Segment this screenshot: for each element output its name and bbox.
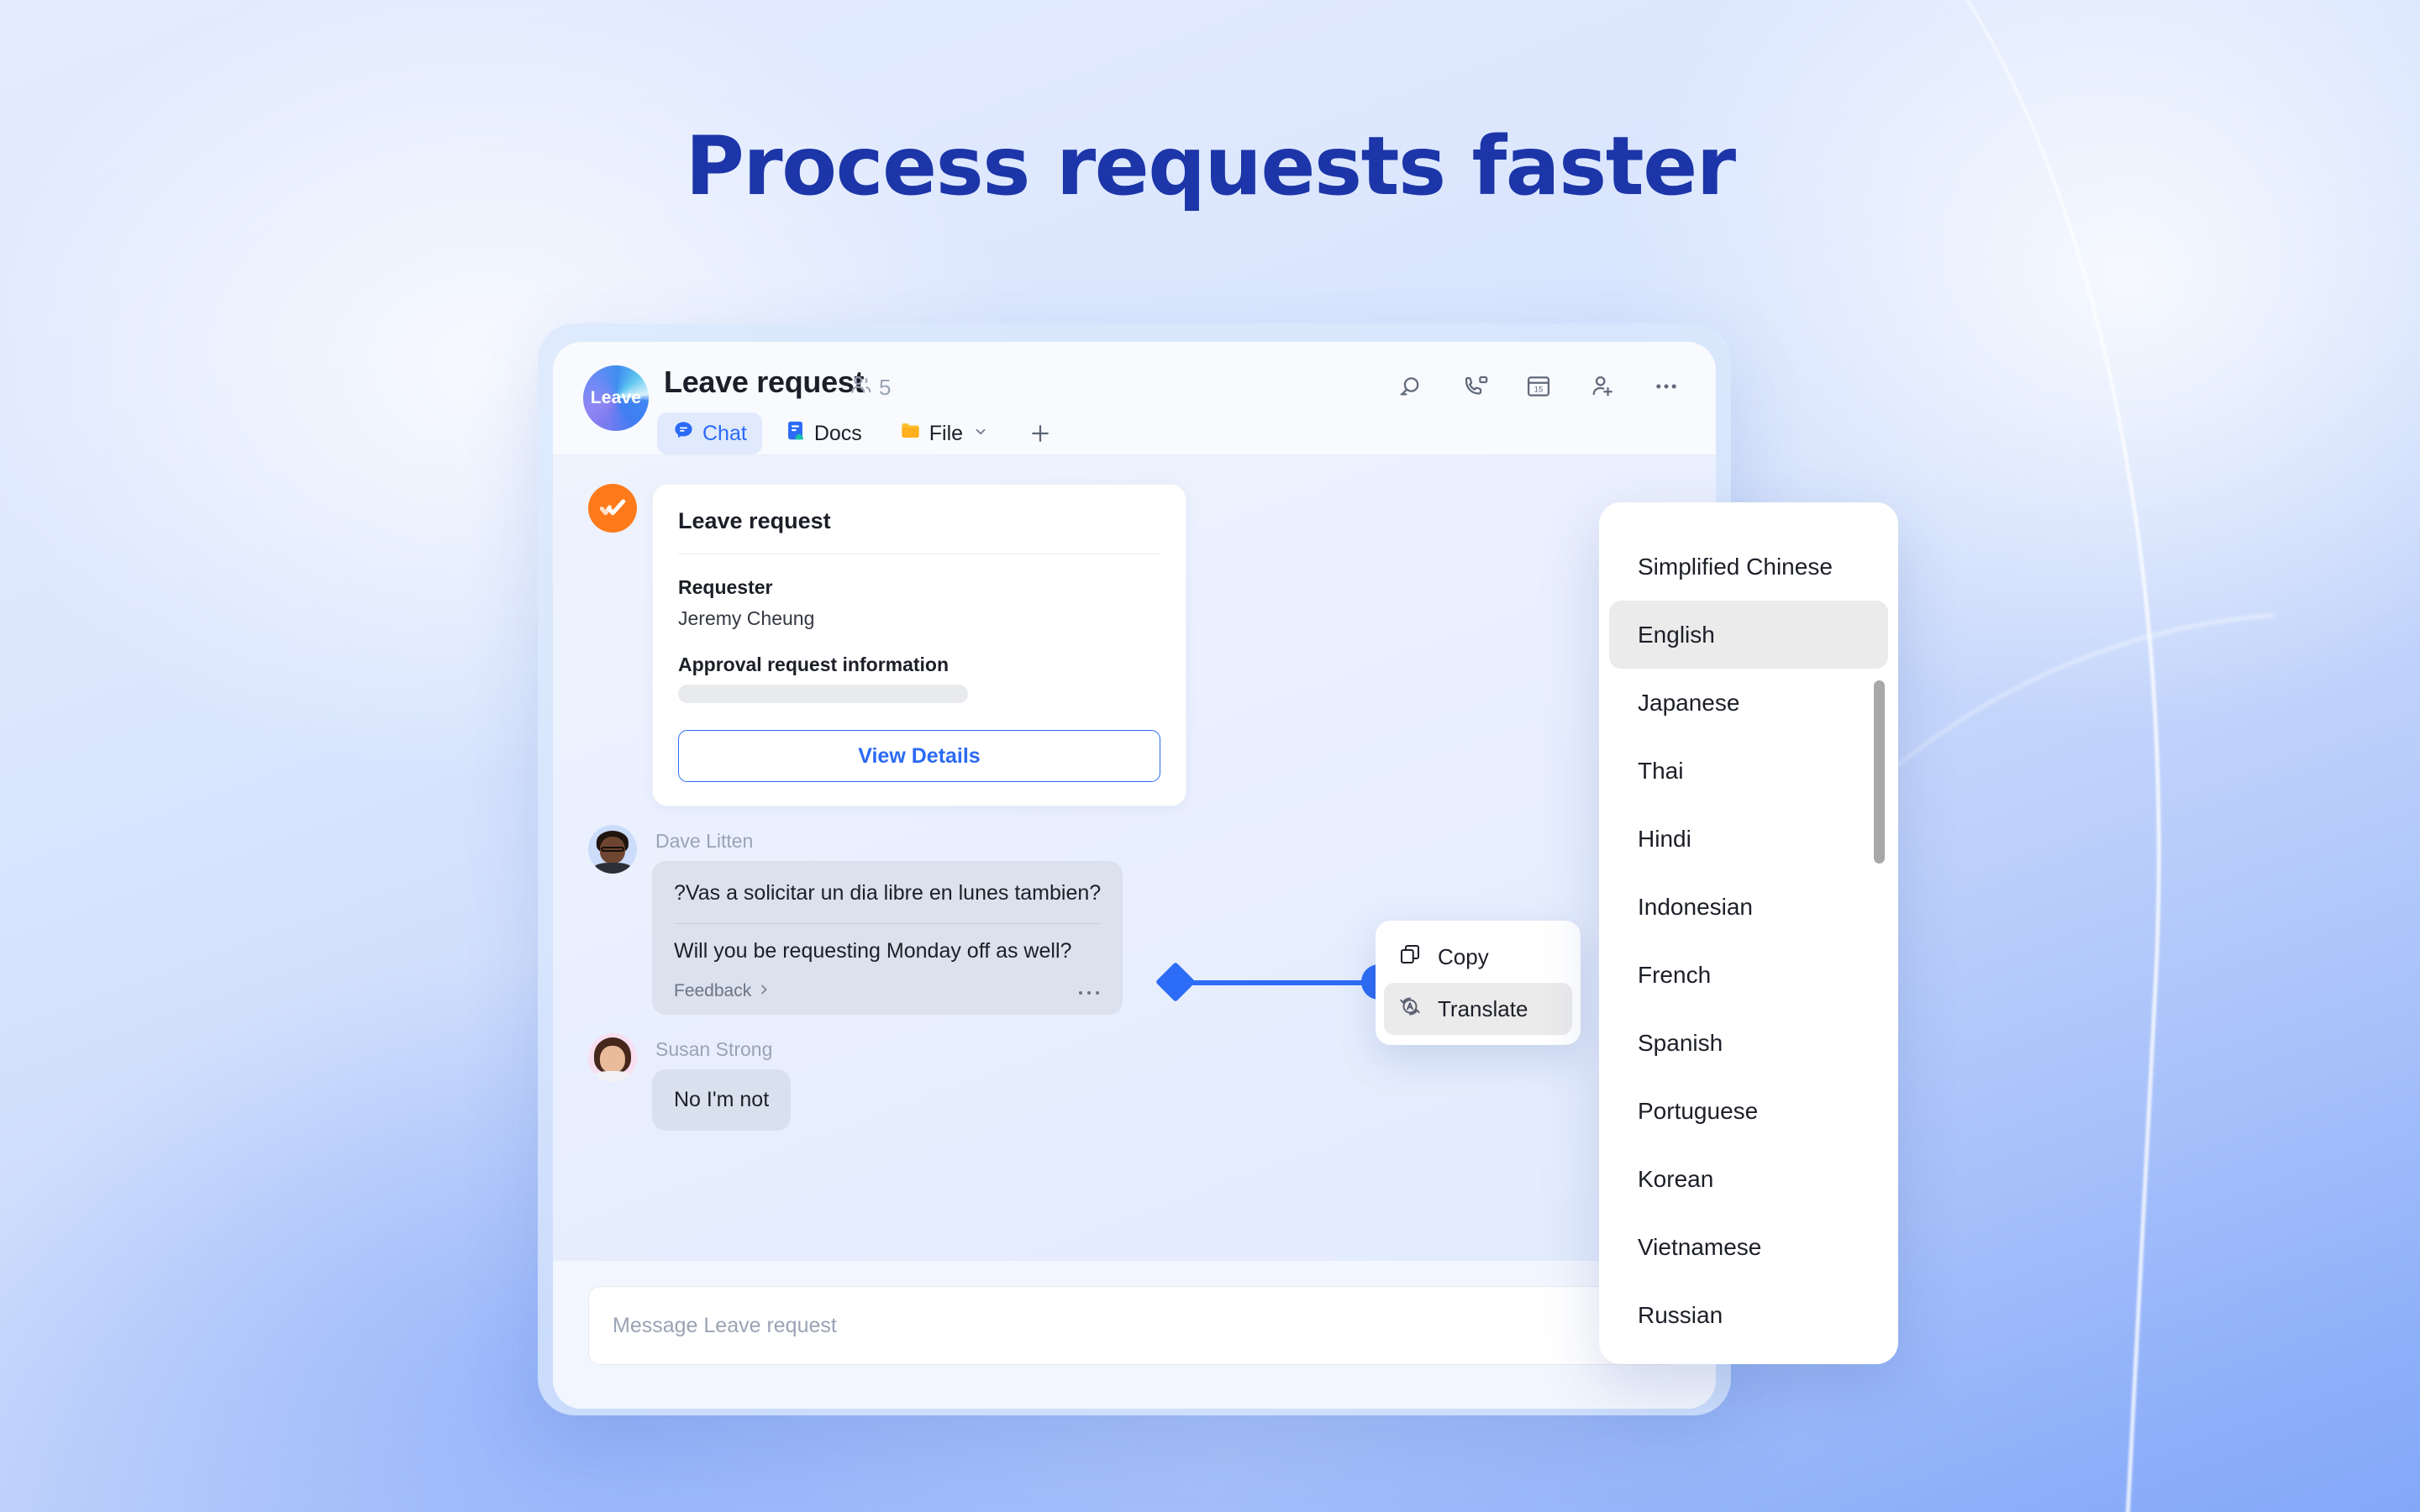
language-option-russian[interactable]: Russian	[1609, 1281, 1888, 1349]
message-translated-text: Will you be requesting Monday off as wel…	[674, 938, 1072, 963]
member-count-value: 5	[879, 375, 892, 400]
card-field-value-requester: Jeremy Cheung	[678, 607, 815, 629]
avatar-dave-litten	[588, 825, 637, 874]
language-option-french[interactable]: French	[1609, 941, 1888, 1009]
context-menu-item-translate[interactable]: Translate	[1384, 983, 1572, 1035]
language-option-simplified-chinese[interactable]: Simplified Chinese	[1609, 533, 1888, 601]
message-original-text: ?Vas a solicitar un dia libre en lunes t…	[674, 881, 1102, 905]
tab-docs[interactable]: Docs	[769, 412, 877, 454]
group-avatar: Leave	[583, 365, 649, 431]
phone-video-call-icon[interactable]	[1460, 372, 1489, 401]
bubble-footer: Feedback	[674, 981, 1101, 1001]
search-icon[interactable]	[1397, 372, 1425, 401]
message-bubble-plain[interactable]: No I'm not	[652, 1068, 792, 1131]
message-more-icon[interactable]	[1077, 985, 1101, 997]
message-bubble-translated[interactable]: ?Vas a solicitar un dia libre en lunes t…	[652, 861, 1123, 1015]
card-field-placeholder-bar	[678, 685, 968, 703]
header-actions: 15	[1397, 372, 1681, 401]
tab-chat-label: Chat	[702, 421, 747, 445]
card-message-column: Leave request Requester Jeremy Cheung Ap…	[652, 484, 1186, 806]
group-avatar-label: Leave	[590, 388, 642, 407]
calendar-icon[interactable]: 15	[1524, 372, 1553, 401]
app-window: Leave Leave request 5 Chat Docs File 15 …	[553, 342, 1716, 1409]
feedback-link[interactable]: Feedback	[674, 981, 771, 1001]
language-option-hindi[interactable]: Hindi	[1609, 805, 1888, 873]
folder-icon	[899, 419, 922, 448]
message-sender-name: Susan Strong	[655, 1037, 773, 1060]
language-option-portuguese[interactable]: Portuguese	[1609, 1077, 1888, 1145]
more-options-icon[interactable]	[1652, 372, 1681, 401]
translation-divider	[674, 922, 1102, 924]
tab-chat[interactable]: Chat	[657, 412, 762, 454]
page-title: Process requests faster	[685, 119, 1736, 213]
language-option-korean[interactable]: Korean	[1609, 1145, 1888, 1213]
tab-docs-label: Docs	[813, 421, 862, 445]
language-option-thai[interactable]: Thai	[1609, 737, 1888, 805]
language-dropdown-scrollbar[interactable]	[1874, 680, 1885, 864]
message-item-card: Leave request Requester Jeremy Cheung Ap…	[553, 484, 1716, 806]
member-count[interactable]: 5	[849, 372, 891, 403]
language-option-spanish[interactable]: Spanish	[1609, 1009, 1888, 1077]
avatar-susan-strong	[588, 1032, 637, 1082]
translated-message-column: Dave Litten ?Vas a solicitar un dia libr…	[652, 825, 1123, 1015]
message-item-plain: Susan Strong No I'm not	[553, 1032, 1716, 1131]
card-title: Leave request	[678, 508, 831, 533]
card-field-label-approval-info: Approval request information	[678, 654, 950, 675]
message-sender-name: Dave Litten	[655, 830, 754, 852]
connector-line	[1175, 980, 1376, 985]
app-window-frame: Leave Leave request 5 Chat Docs File 15 …	[538, 323, 1731, 1415]
chat-title: Leave request	[664, 365, 865, 399]
chevron-down-icon	[973, 424, 988, 444]
card-field-label-requester: Requester	[678, 576, 773, 598]
page-root: Process requests faster Leave Leave requ…	[0, 0, 2420, 1512]
language-option-english[interactable]: English	[1609, 601, 1888, 669]
message-context-menu: Copy Translate	[1376, 921, 1581, 1045]
message-list[interactable]: Leave request Requester Jeremy Cheung Ap…	[553, 455, 1716, 1261]
approval-card: Leave request Requester Jeremy Cheung Ap…	[652, 484, 1186, 806]
add-person-icon[interactable]	[1588, 372, 1617, 401]
feedback-label: Feedback	[674, 980, 752, 1000]
tab-file-label: File	[929, 421, 964, 445]
language-option-vietnamese[interactable]: Vietnamese	[1609, 1213, 1888, 1281]
view-details-button[interactable]: View Details	[678, 730, 1160, 782]
composer: Message Leave request	[553, 1261, 1716, 1409]
message-text: No I'm not	[674, 1087, 770, 1111]
copy-icon	[1397, 942, 1423, 973]
docs-icon	[784, 419, 807, 448]
chat-bubble-icon	[672, 419, 695, 448]
svg-text:15: 15	[1534, 386, 1543, 394]
message-input[interactable]: Message Leave request	[588, 1286, 1681, 1365]
plain-message-column: Susan Strong No I'm not	[652, 1033, 792, 1131]
context-menu-item-copy[interactable]: Copy	[1384, 931, 1572, 983]
language-option-indonesian[interactable]: Indonesian	[1609, 873, 1888, 941]
tab-file[interactable]: File	[884, 412, 1003, 454]
context-menu-item-copy-label: Copy	[1438, 943, 1489, 969]
translate-icon	[1397, 994, 1423, 1025]
language-option-japanese[interactable]: Japanese	[1609, 669, 1888, 737]
people-icon	[849, 372, 874, 403]
bot-logo-avatar	[588, 484, 637, 533]
language-dropdown: Simplified Chinese English Japanese Thai…	[1599, 502, 1898, 1364]
tab-bar: Chat Docs File	[657, 412, 1059, 454]
chat-header: Leave Leave request 5 Chat Docs File 15	[553, 342, 1716, 455]
context-menu-item-translate-label: Translate	[1438, 995, 1528, 1021]
chevron-right-icon	[757, 981, 771, 1001]
add-tab-button[interactable]	[1022, 415, 1059, 452]
